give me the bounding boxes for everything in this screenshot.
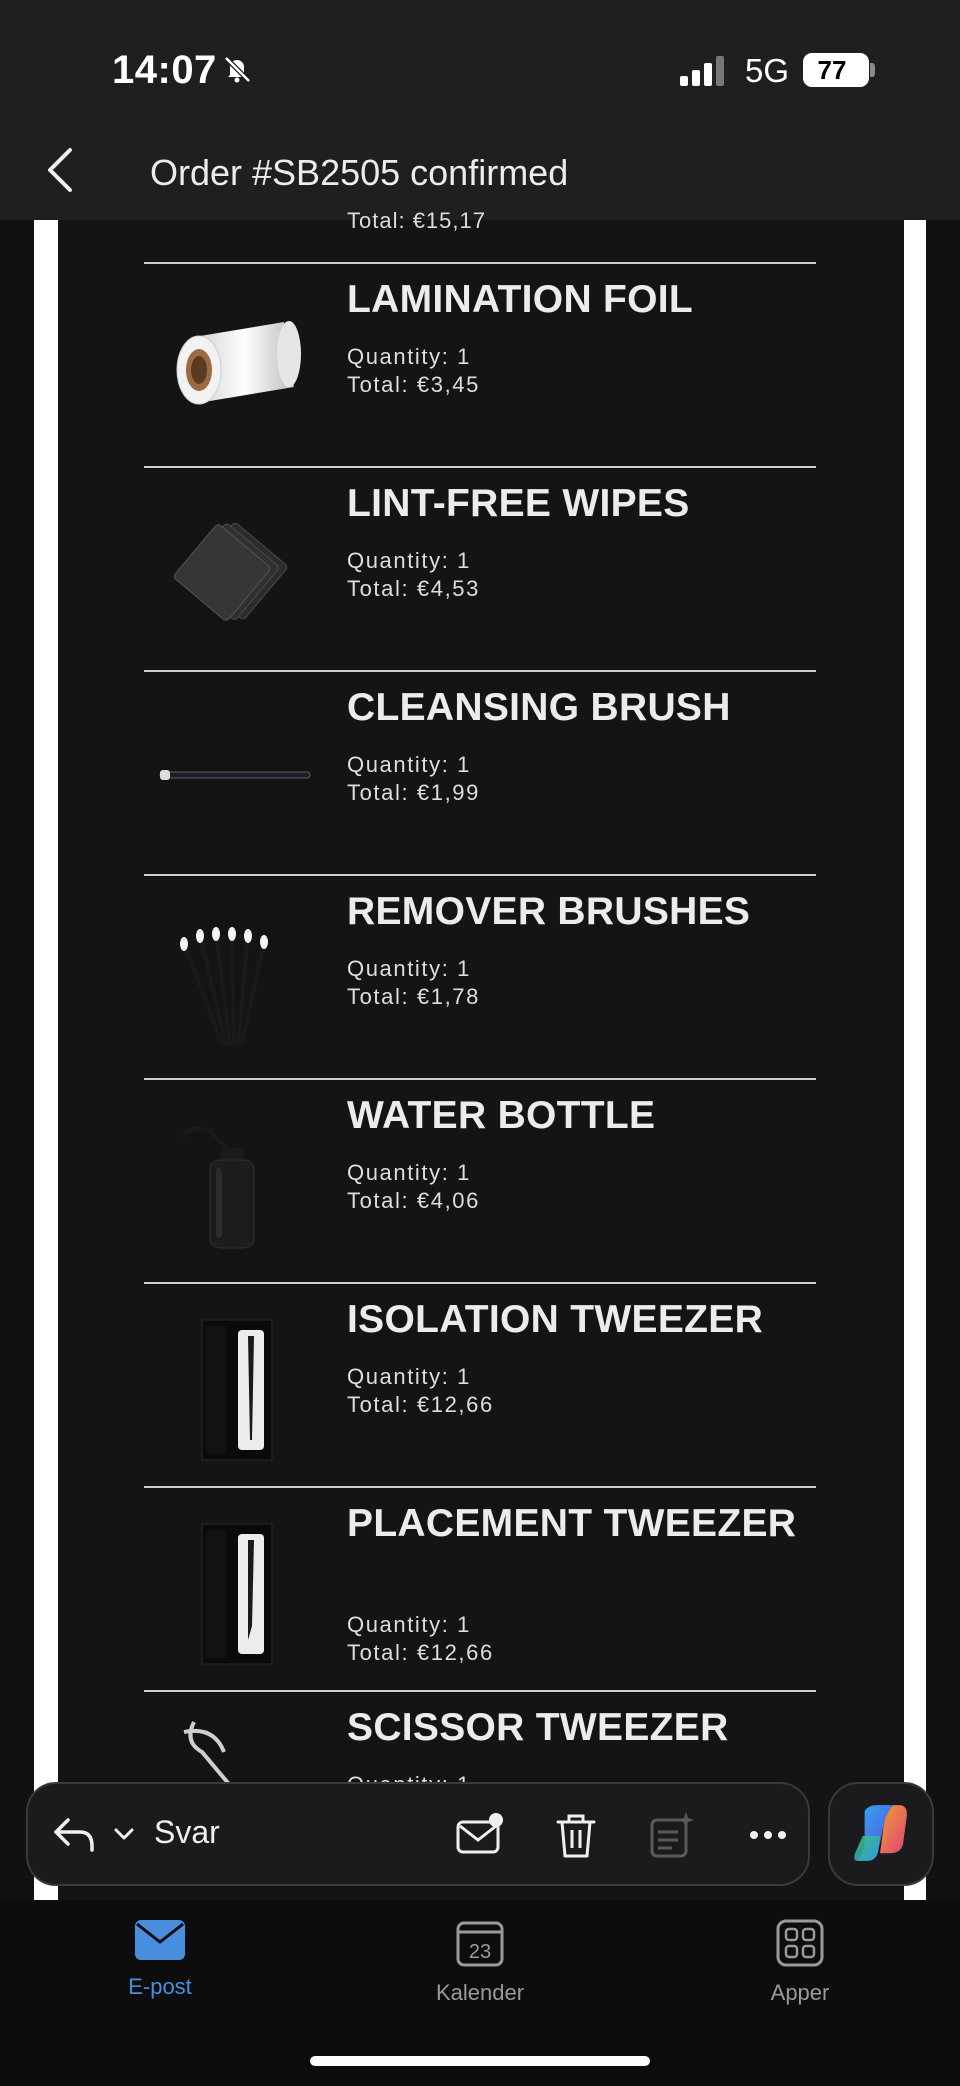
isolation-tweezer-image [201, 1319, 273, 1461]
battery-icon: 77 [803, 53, 869, 87]
copilot-icon [854, 1805, 907, 1861]
list-item: CLEANSING BRUSH Quantity: 1 Total: €1,99 [144, 670, 816, 874]
status-bar: 14:07 5G 77 [0, 0, 960, 120]
item-name: PLACEMENT TWEEZER [347, 1502, 797, 1545]
placement-tweezer-image [201, 1523, 273, 1665]
bell-muted-icon [224, 56, 251, 83]
calendar-icon: 23 [456, 1921, 504, 1967]
item-name: CLEANSING BRUSH [347, 686, 731, 729]
item-name: SCISSOR TWEEZER [347, 1706, 729, 1749]
item-total: Total: €12,66 [347, 1640, 494, 1665]
cleansing-brush-image [159, 770, 311, 780]
ai-summary-icon [650, 1812, 694, 1858]
item-name: REMOVER BRUSHES [347, 890, 751, 933]
lint-free-wipes-image [173, 522, 288, 621]
water-bottle-image [182, 1126, 255, 1249]
tab-calendar[interactable]: 23 Kalender [400, 1918, 560, 2018]
tab-label: Kalender [435, 1980, 525, 2005]
list-item: PLACEMENT TWEEZER Quantity: 1 Total: €12… [144, 1486, 816, 1690]
item-name: LAMINATION FOIL [347, 278, 694, 321]
list-item: LINT-FREE WIPES Quantity: 1 Total: €4,53 [144, 466, 816, 670]
calendar-day: 23 [469, 1941, 491, 1963]
list-item: REMOVER BRUSHES Quantity: 1 Total: €1,78 [144, 874, 816, 1078]
tab-label: E-post [128, 1974, 192, 1999]
mail-icon [135, 1920, 185, 1960]
tab-label: Apper [770, 1980, 830, 2005]
item-quantity: Quantity: 1 [347, 1364, 471, 1389]
status-time: 14:07 [112, 48, 217, 92]
tab-mail[interactable]: E-post [80, 1918, 240, 2018]
item-total: Total: €1,78 [347, 984, 480, 1009]
list-item: LAMINATION FOIL Quantity: 1 Total: €3,45 [144, 262, 816, 466]
item-quantity: Quantity: 1 [347, 344, 471, 369]
item-name: ISOLATION TWEEZER [347, 1298, 764, 1341]
copilot-button[interactable] [828, 1782, 934, 1886]
item-quantity: Quantity: 1 [347, 752, 471, 777]
signal-icon [680, 56, 724, 86]
more-icon[interactable] [742, 1810, 794, 1860]
list-item: WATER BOTTLE Quantity: 1 Total: €4,06 [144, 1078, 816, 1282]
item-name: WATER BOTTLE [347, 1094, 656, 1137]
apps-icon [776, 1919, 824, 1967]
list-item: ISOLATION TWEEZER Quantity: 1 Total: €12… [144, 1282, 816, 1486]
mark-unread-icon[interactable] [454, 1810, 506, 1860]
chevron-down-icon[interactable] [112, 1824, 136, 1844]
item-total: Total: €12,66 [347, 1392, 494, 1417]
item-total: Total: €1,99 [347, 780, 480, 805]
item-total: Total: €4,06 [347, 1188, 480, 1213]
item-total: Total: €4,53 [347, 576, 480, 601]
remover-brushes-image [180, 927, 268, 1046]
lamination-foil-image [176, 321, 301, 405]
battery-level: 77 [817, 55, 847, 85]
item-quantity: Quantity: 1 [347, 1160, 471, 1185]
item-quantity: Quantity: 1 [347, 956, 471, 981]
reply-icon[interactable] [50, 1812, 98, 1856]
page-title: Order #SB2505 confirmed [150, 152, 569, 193]
network-type: 5G [745, 52, 790, 89]
tab-apps[interactable]: Apper [720, 1918, 880, 2018]
item-total: Total: €3,45 [347, 372, 480, 397]
home-indicator[interactable] [310, 2056, 650, 2066]
previous-item-total: Total: €15,17 [347, 208, 486, 233]
reply-toolbar: Svar [26, 1782, 810, 1886]
item-name: LINT-FREE WIPES [347, 482, 690, 525]
item-quantity: Quantity: 1 [347, 548, 471, 573]
back-chevron-icon[interactable] [40, 146, 84, 194]
trash-icon[interactable] [550, 1810, 602, 1860]
reply-button[interactable]: Svar [154, 1814, 220, 1851]
nav-header: Order #SB2505 confirmed [0, 120, 960, 220]
item-quantity: Quantity: 1 [347, 1612, 471, 1637]
battery-tip [870, 63, 875, 77]
